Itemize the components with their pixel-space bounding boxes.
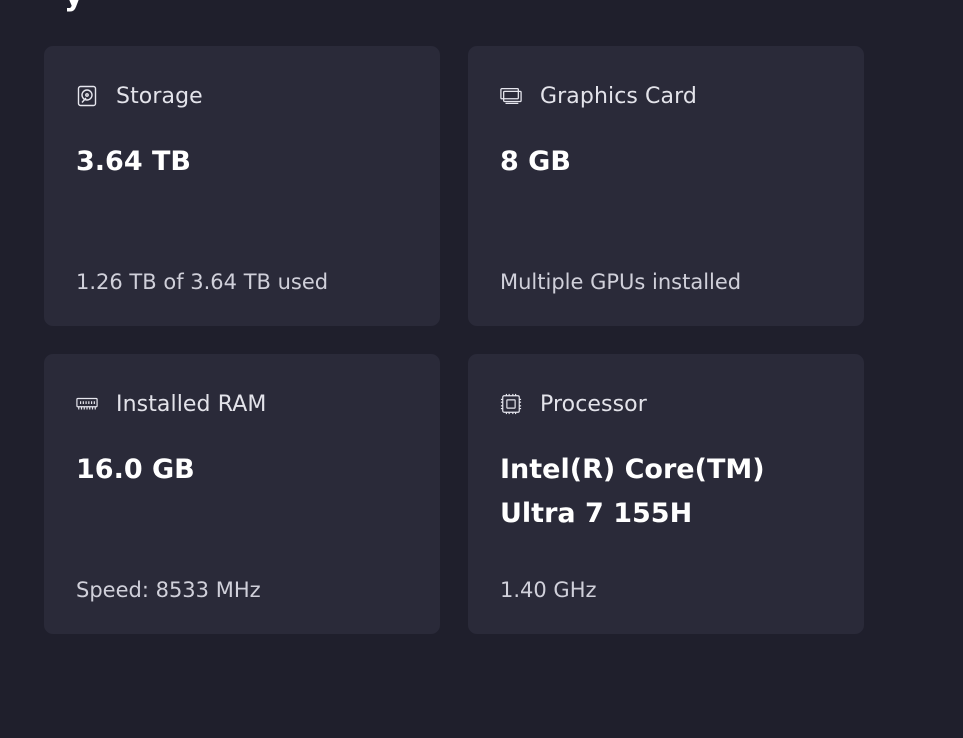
graphics-card-subtext: Multiple GPUs installed xyxy=(500,270,742,294)
processor-card-title: Processor xyxy=(540,391,647,417)
processor-card-value: Intel(R) Core(TM) Ultra 7 155H xyxy=(500,454,765,529)
graphics-card-icon xyxy=(500,85,522,107)
device-specs-grid: Storage 3.64 TB 1.26 TB of 3.64 TB used … xyxy=(44,46,864,634)
graphics-card-value: 8 GB xyxy=(500,146,571,177)
storage-card-value: 3.64 TB xyxy=(76,146,192,177)
ram-card-header: Installed RAM xyxy=(76,388,408,420)
storage-card-title: Storage xyxy=(116,83,203,109)
ram-icon xyxy=(76,393,98,415)
graphics-card-card[interactable]: Graphics Card 8 GB Multiple GPUs install… xyxy=(468,46,864,326)
ram-card-title: Installed RAM xyxy=(116,391,267,417)
graphics-card-header: Graphics Card xyxy=(500,80,832,112)
ram-card-value: 16.0 GB xyxy=(76,454,195,485)
ram-card[interactable]: Installed RAM 16.0 GB Speed: 8533 MHz xyxy=(44,354,440,634)
partial-heading-glyph: y xyxy=(64,0,84,13)
storage-card-subtext: 1.26 TB of 3.64 TB used xyxy=(76,270,329,294)
storage-drive-icon xyxy=(76,85,98,107)
processor-card-subtext: 1.40 GHz xyxy=(500,578,597,602)
processor-icon xyxy=(500,393,522,415)
graphics-card-title: Graphics Card xyxy=(540,83,697,109)
storage-card-header: Storage xyxy=(76,80,408,112)
processor-card[interactable]: Processor Intel(R) Core(TM) Ultra 7 155H… xyxy=(468,354,864,634)
processor-card-header: Processor xyxy=(500,388,832,420)
storage-card[interactable]: Storage 3.64 TB 1.26 TB of 3.64 TB used xyxy=(44,46,440,326)
ram-card-subtext: Speed: 8533 MHz xyxy=(76,578,261,602)
